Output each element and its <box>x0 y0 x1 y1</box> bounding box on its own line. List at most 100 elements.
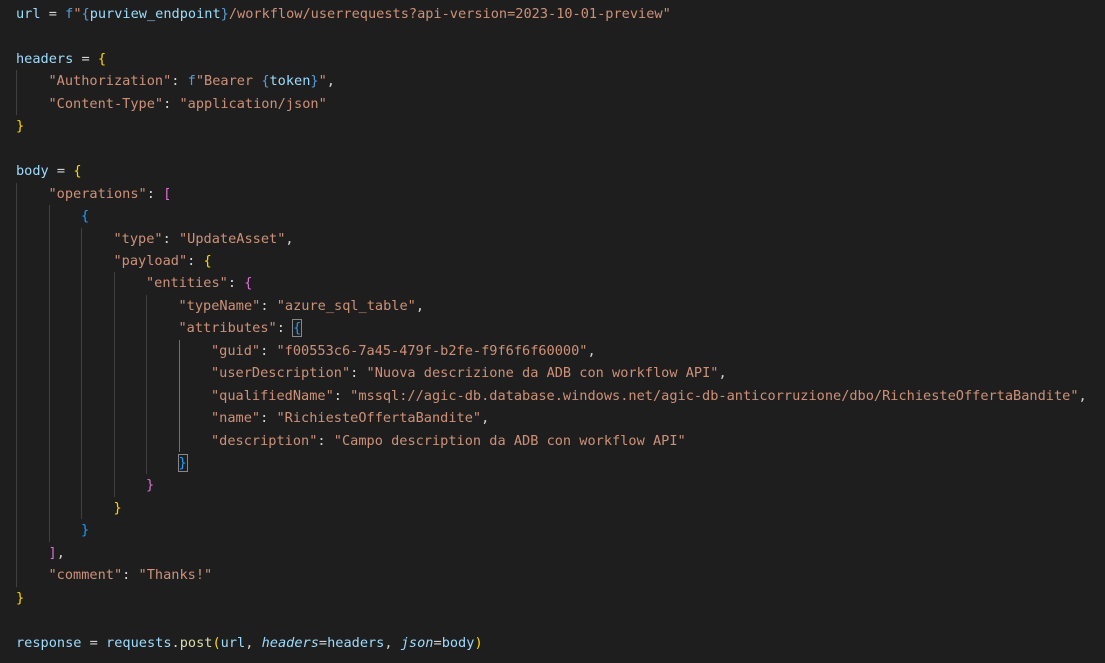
code-token: "Bearer <box>195 73 262 90</box>
code-token: = <box>40 6 66 22</box>
code-token: { <box>203 252 212 269</box>
code-line[interactable]: url = f"{purview_endpoint}/workflow/user… <box>16 3 671 25</box>
code-token: body <box>441 634 475 651</box>
code-token: } <box>81 522 90 539</box>
code-token: : <box>260 342 277 359</box>
code-token: , <box>718 365 727 382</box>
code-token: "azure_sql_table" <box>276 297 416 314</box>
code-line[interactable]: "Content-Type": "application/json" <box>49 93 327 115</box>
code-token: = <box>318 634 328 651</box>
code-token: : <box>317 432 334 449</box>
code-token: } <box>16 589 25 606</box>
code-token: { <box>97 50 107 67</box>
code-token: { <box>292 319 303 338</box>
code-token: = <box>81 634 107 651</box>
code-line[interactable]: "name": "RichiesteOffertaBandite", <box>211 407 489 429</box>
code-token: "attributes" <box>178 320 277 337</box>
code-editor[interactable]: url = f"{purview_endpoint}/workflow/user… <box>0 0 1105 663</box>
code-token: , <box>481 410 490 427</box>
code-line[interactable]: } <box>146 474 154 496</box>
code-token: "description" <box>211 432 318 449</box>
code-token: = <box>48 163 74 180</box>
indent-guide <box>16 182 17 587</box>
code-token: = <box>433 634 442 651</box>
code-token: "name" <box>211 410 261 427</box>
code-token: url <box>220 634 246 651</box>
code-line[interactable]: body = { <box>16 160 82 182</box>
code-line[interactable]: ], <box>49 542 65 564</box>
code-token: "qualifiedName" <box>211 387 334 404</box>
code-token: "entities" <box>146 275 228 292</box>
code-line[interactable]: } <box>16 587 24 609</box>
code-token: = <box>73 50 98 67</box>
code-token: "f00553c6-7a45-479f-b2fe-f9f6f6f60000" <box>276 342 588 359</box>
code-line[interactable]: "qualifiedName": "mssql://agic-db.databa… <box>211 385 1087 407</box>
code-token: "mssql://agic-db.database.windows.net/ag… <box>350 387 1079 404</box>
code-line[interactable]: "typeName": "azure_sql_table", <box>179 295 425 317</box>
code-token: token <box>269 73 311 90</box>
code-token: "Content-Type" <box>48 95 164 112</box>
code-line[interactable]: response = requests.post(url, headers=he… <box>16 632 483 654</box>
indent-guide <box>16 70 17 116</box>
code-token: , <box>384 634 401 651</box>
code-line[interactable]: "operations": [ <box>49 183 172 205</box>
code-token: url <box>16 6 41 22</box>
code-token: , <box>587 342 596 359</box>
code-token: : <box>187 252 204 269</box>
code-line[interactable]: } <box>114 497 122 519</box>
indent-guide <box>48 205 50 542</box>
code-line[interactable]: "guid": "f00553c6-7a45-479f-b2fe-f9f6f6f… <box>211 340 596 362</box>
code-token: "comment" <box>48 567 123 584</box>
code-line[interactable]: "Authorization": f"Bearer {token}", <box>49 70 335 92</box>
code-token: { <box>81 208 90 225</box>
code-token: } <box>146 477 155 494</box>
code-token: "payload" <box>113 252 188 269</box>
code-line[interactable]: { <box>81 205 89 227</box>
code-token: "UpdateAsset" <box>178 230 286 247</box>
code-token: "RichiesteOffertaBandite" <box>276 410 482 427</box>
code-token: : <box>122 567 139 584</box>
code-token: response <box>16 634 82 651</box>
code-token: headers <box>261 634 319 651</box>
code-line[interactable]: "type": "UpdateAsset", <box>114 228 294 250</box>
code-line[interactable]: "description": "Campo description da ADB… <box>211 430 686 452</box>
code-token: post <box>179 634 213 651</box>
code-token: : <box>162 230 179 247</box>
code-token: { <box>81 6 90 22</box>
code-token: "Nuova descrizione da ADB con workflow A… <box>366 365 719 382</box>
code-token: : <box>260 297 277 314</box>
code-token: "guid" <box>211 342 261 359</box>
code-token: requests <box>106 634 172 651</box>
code-token: : <box>260 410 277 427</box>
code-line[interactable]: headers = { <box>16 48 106 70</box>
indent-guide <box>146 294 147 475</box>
code-line[interactable]: "payload": { <box>114 250 212 272</box>
code-token: } <box>310 73 319 90</box>
indent-guide <box>178 339 180 452</box>
code-token: body <box>16 163 49 180</box>
code-line[interactable]: "entities": { <box>146 272 252 294</box>
code-token: " <box>73 6 82 22</box>
code-line[interactable]: "attributes": { <box>178 317 303 339</box>
code-token: "Campo description da ADB con workflow A… <box>333 432 686 449</box>
code-token: : <box>333 387 351 404</box>
code-token: : <box>163 95 180 112</box>
code-token: ( <box>212 634 221 651</box>
code-line[interactable]: } <box>81 519 89 541</box>
code-token: /workflow/userrequests?api-version=2023-… <box>228 6 671 22</box>
code-token: , <box>326 73 335 90</box>
code-token: : <box>146 185 164 202</box>
code-line[interactable]: "userDescription": "Nuova descrizione da… <box>211 362 727 384</box>
code-line[interactable]: } <box>177 452 188 474</box>
code-token: : <box>171 73 188 90</box>
code-token: "application/json" <box>179 95 327 112</box>
code-token: : <box>276 320 294 337</box>
code-line[interactable]: } <box>16 115 24 137</box>
code-token: { <box>261 73 270 90</box>
indent-guide <box>113 272 115 497</box>
code-token: purview_endpoint <box>89 6 221 22</box>
code-token: ] <box>48 544 57 561</box>
code-token: , <box>285 230 294 247</box>
code-token: json <box>400 634 434 651</box>
code-line[interactable]: "comment": "Thanks!" <box>49 564 213 586</box>
